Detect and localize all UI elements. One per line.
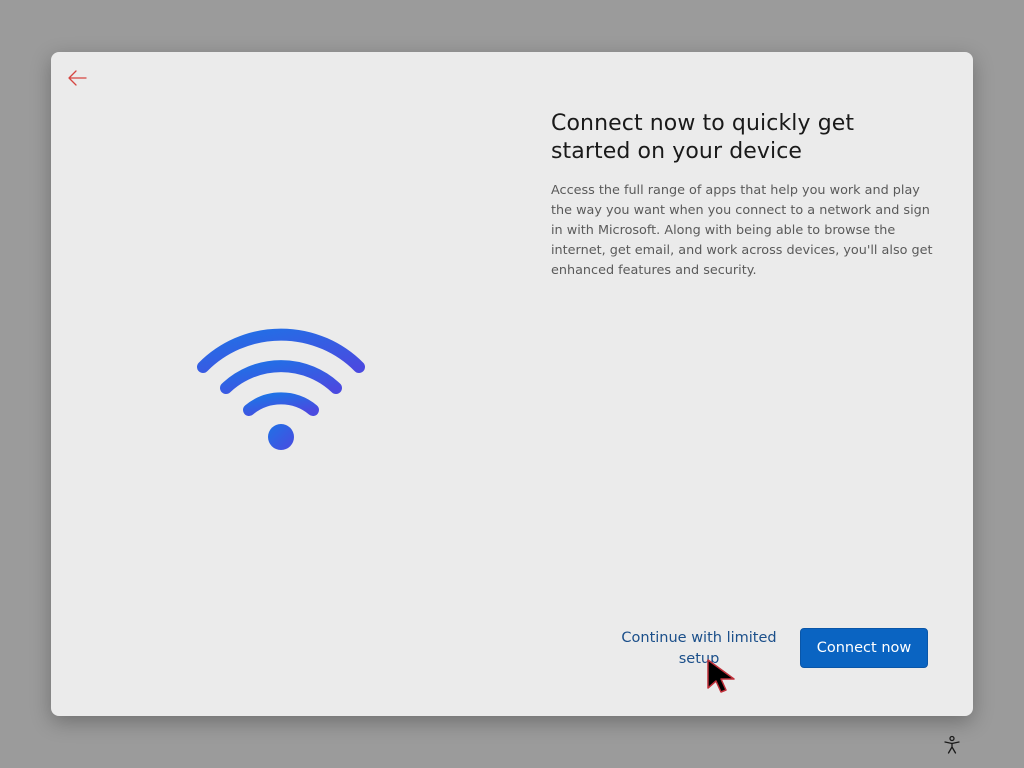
page-title: Connect now to quickly get started on yo… [551, 111, 855, 164]
setup-dialog: Connect now to quickly get started on yo… [51, 52, 973, 716]
continue-limited-setup-button[interactable]: Continue with limited setup [617, 628, 781, 670]
content-panel: Connect now to quickly get started on yo… [551, 110, 936, 281]
connect-now-button[interactable]: Connect now [800, 628, 928, 668]
back-arrow-icon [68, 70, 87, 86]
accessibility-button[interactable] [940, 733, 964, 757]
oobe-screen: Connect now to quickly get started on yo… [0, 0, 1024, 768]
wifi-icon [197, 328, 365, 450]
accessibility-icon [944, 735, 960, 754]
page-description: Access the full range of apps that help … [551, 183, 933, 278]
back-button[interactable] [63, 64, 91, 92]
